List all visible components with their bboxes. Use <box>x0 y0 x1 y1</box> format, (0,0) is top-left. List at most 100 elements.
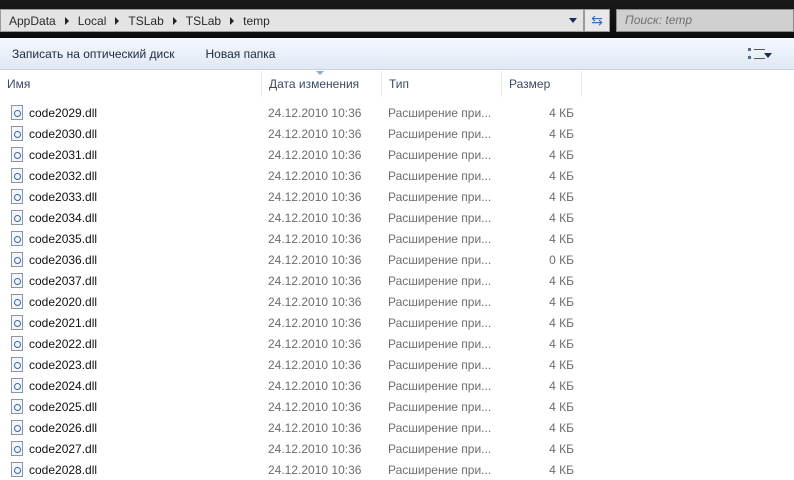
file-date: 24.12.2010 10:36 <box>268 126 362 141</box>
file-type: Расширение при... <box>388 420 492 435</box>
file-size: 4 КБ <box>549 336 574 351</box>
file-size: 4 КБ <box>549 231 574 246</box>
file-row[interactable]: code2022.dll 24.12.2010 10:36 Расширение п… <box>0 333 794 354</box>
refresh-icon[interactable]: ⇆ <box>584 9 610 32</box>
file-size: 4 КБ <box>549 399 574 414</box>
file-name: code2034.dll <box>29 210 98 225</box>
file-type: Расширение при... <box>388 315 492 330</box>
dll-file-icon <box>11 273 23 288</box>
breadcrumb-item[interactable]: AppData <box>9 14 78 28</box>
file-type: Расширение при... <box>388 147 492 162</box>
dll-file-icon <box>11 168 23 183</box>
file-name: code2023.dll <box>29 357 98 372</box>
file-type: Расширение при... <box>388 252 492 267</box>
sort-arrow-icon <box>316 71 324 75</box>
new-folder-button[interactable]: Новая папка <box>206 47 276 61</box>
dll-file-icon <box>11 126 23 141</box>
file-date: 24.12.2010 10:36 <box>268 357 362 372</box>
file-name: code2033.dll <box>29 189 98 204</box>
file-type: Расширение при... <box>388 441 492 456</box>
file-list: code2029.dll 24.12.2010 10:36 Расширение п… <box>0 102 794 480</box>
breadcrumb-item[interactable]: temp <box>243 14 270 28</box>
breadcrumb-label: TSLab <box>128 13 164 28</box>
breadcrumb-label: Local <box>77 13 107 28</box>
dll-file-icon <box>11 210 23 225</box>
address-bar[interactable]: AppData Local TSLab TSLab temp <box>0 9 584 32</box>
dll-file-icon <box>11 462 23 477</box>
file-row[interactable]: code2028.dll 24.12.2010 10:36 Расширение п… <box>0 459 794 480</box>
burn-disc-button[interactable]: Записать на оптический диск <box>12 47 175 61</box>
file-size: 4 КБ <box>549 189 574 204</box>
breadcrumb-label: AppData <box>9 13 56 28</box>
file-row[interactable]: code2021.dll 24.12.2010 10:36 Расширение п… <box>0 312 794 333</box>
column-name[interactable]: Имя <box>0 71 262 97</box>
file-type: Расширение при... <box>388 357 492 372</box>
column-header: Имя Дата изменения Тип Размер <box>0 71 794 97</box>
file-size: 4 КБ <box>549 378 574 393</box>
breadcrumb-item[interactable]: TSLab <box>128 14 185 28</box>
file-date: 24.12.2010 10:36 <box>268 378 362 393</box>
file-size: 4 КБ <box>549 168 574 183</box>
chevron-right-icon[interactable] <box>230 16 235 25</box>
file-type: Расширение при... <box>388 399 492 414</box>
file-row[interactable]: code2029.dll 24.12.2010 10:36 Расширение п… <box>0 102 794 123</box>
file-row[interactable]: code2035.dll 24.12.2010 10:36 Расширение п… <box>0 228 794 249</box>
dll-file-icon <box>11 294 23 309</box>
column-date[interactable]: Дата изменения <box>262 71 382 97</box>
file-date: 24.12.2010 10:36 <box>268 231 362 246</box>
file-row[interactable]: code2037.dll 24.12.2010 10:36 Расширение п… <box>0 270 794 291</box>
title-bar: AppData Local TSLab TSLab temp ⇆ Поиск: temp <box>0 0 794 38</box>
file-type: Расширение при... <box>388 231 492 246</box>
file-size: 4 КБ <box>549 105 574 120</box>
file-row[interactable]: code2032.dll 24.12.2010 10:36 Расширение п… <box>0 165 794 186</box>
file-type: Расширение при... <box>388 105 492 120</box>
file-row[interactable]: code2030.dll 24.12.2010 10:36 Расширение п… <box>0 123 794 144</box>
file-date: 24.12.2010 10:36 <box>268 105 362 120</box>
file-row[interactable]: code2034.dll 24.12.2010 10:36 Расширение п… <box>0 207 794 228</box>
breadcrumb-item[interactable]: Local <box>78 14 129 28</box>
chevron-down-icon[interactable] <box>764 53 772 58</box>
file-size: 4 КБ <box>549 273 574 288</box>
chevron-right-icon[interactable] <box>172 16 177 25</box>
file-size: 4 КБ <box>549 462 574 477</box>
column-type[interactable]: Тип <box>382 71 502 97</box>
file-row[interactable]: code2025.dll 24.12.2010 10:36 Расширение п… <box>0 396 794 417</box>
file-row[interactable]: code2020.dll 24.12.2010 10:36 Расширение п… <box>0 291 794 312</box>
dll-file-icon <box>11 147 23 162</box>
file-name: code2027.dll <box>29 441 98 456</box>
file-date: 24.12.2010 10:36 <box>268 420 362 435</box>
file-type: Расширение при... <box>388 126 492 141</box>
file-row[interactable]: code2023.dll 24.12.2010 10:36 Расширение п… <box>0 354 794 375</box>
file-row[interactable]: code2031.dll 24.12.2010 10:36 Расширение п… <box>0 144 794 165</box>
file-row[interactable]: code2026.dll 24.12.2010 10:36 Расширение п… <box>0 417 794 438</box>
file-size: 4 КБ <box>549 126 574 141</box>
breadcrumb-label: TSLab <box>185 13 222 28</box>
file-size: 4 КБ <box>549 294 574 309</box>
file-row[interactable]: code2036.dll 24.12.2010 10:36 Расширение п… <box>0 249 794 270</box>
search-input[interactable]: Поиск: temp <box>616 9 794 32</box>
file-name: code2028.dll <box>29 462 98 477</box>
file-date: 24.12.2010 10:36 <box>268 399 362 414</box>
chevron-down-icon[interactable] <box>569 18 577 23</box>
file-name: code2031.dll <box>29 147 98 162</box>
file-name: code2022.dll <box>29 336 98 351</box>
breadcrumb-label: temp <box>243 13 270 28</box>
view-options-icon[interactable] <box>748 48 765 59</box>
file-type: Расширение при... <box>388 273 492 288</box>
file-size: 4 КБ <box>549 420 574 435</box>
file-date: 24.12.2010 10:36 <box>268 189 362 204</box>
file-name: code2026.dll <box>29 420 98 435</box>
file-row[interactable]: code2033.dll 24.12.2010 10:36 Расширение п… <box>0 186 794 207</box>
file-row[interactable]: code2027.dll 24.12.2010 10:36 Расширение п… <box>0 438 794 459</box>
file-type: Расширение при... <box>388 168 492 183</box>
column-size[interactable]: Размер <box>502 71 582 97</box>
dll-file-icon <box>11 189 23 204</box>
chevron-right-icon[interactable] <box>64 16 69 25</box>
chevron-right-icon[interactable] <box>115 16 120 25</box>
dll-file-icon <box>11 252 23 267</box>
dll-file-icon <box>11 378 23 393</box>
breadcrumb-item[interactable]: TSLab <box>186 14 243 28</box>
file-row[interactable]: code2024.dll 24.12.2010 10:36 Расширение п… <box>0 375 794 396</box>
file-size: 4 КБ <box>549 147 574 162</box>
toolbar: Записать на оптический диск Новая папка <box>0 38 794 70</box>
